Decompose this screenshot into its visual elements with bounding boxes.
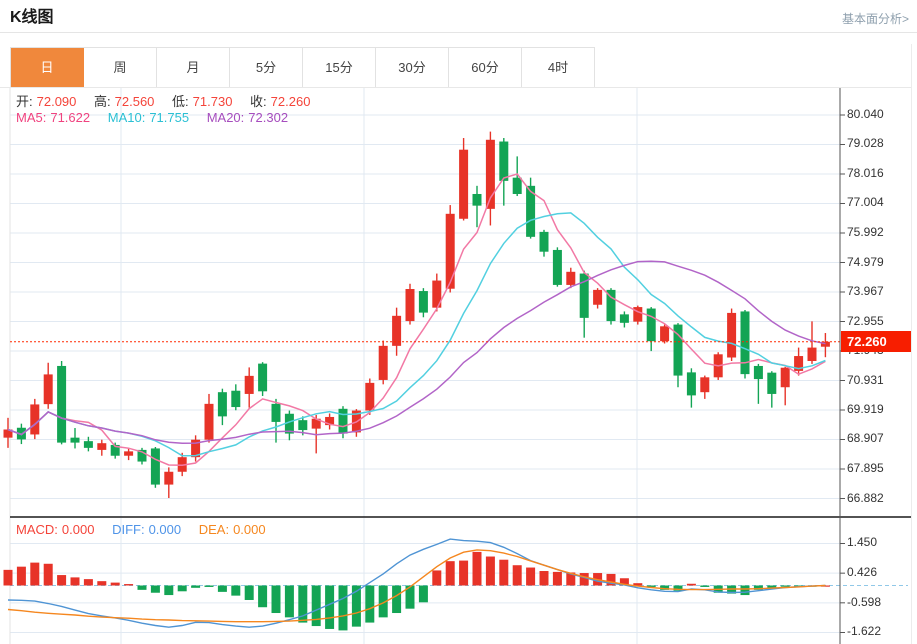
kline-macd-canvas[interactable] [0, 88, 917, 644]
dea-label: DEA: [199, 522, 229, 537]
macd-axis-label-2: -0.598 [847, 595, 909, 609]
macd-value: 0.000 [62, 522, 95, 537]
ma5-value: 71.622 [50, 110, 90, 125]
price-axis-label-7: 72.955 [847, 314, 909, 328]
page-header: K线图 基本面分析> [10, 6, 911, 30]
high-value: 72.560 [115, 94, 155, 109]
price-axis-label-12: 67.895 [847, 461, 909, 475]
price-axis-label-5: 74.979 [847, 255, 909, 269]
price-axis-label-10: 69.919 [847, 402, 909, 416]
page-title: K线图 [10, 9, 54, 26]
fundamental-analysis-link[interactable]: 基本面分析> [842, 10, 909, 28]
tab-item-4[interactable]: 15分 [303, 48, 376, 88]
ohlc-info-row: 开: 72.090 高: 72.560 低: 71.730 收: 72.260 [16, 91, 314, 110]
tab-item-0[interactable]: 日 [11, 48, 84, 88]
ma10-label: MA10: [108, 110, 146, 125]
tab-item-2[interactable]: 月 [157, 48, 230, 88]
price-axis-label-2: 78.016 [847, 166, 909, 180]
container-right-border [911, 44, 912, 644]
ma5-label: MA5: [16, 110, 46, 125]
ma20-value: 72.302 [248, 110, 288, 125]
tab-item-5[interactable]: 30分 [376, 48, 449, 88]
macd-info-row: MACD: 0.000 DIFF: 0.000 DEA: 0.000 [16, 522, 270, 537]
price-axis-label-11: 68.907 [847, 431, 909, 445]
price-axis-label-6: 73.967 [847, 284, 909, 298]
low-value: 71.730 [193, 94, 233, 109]
title-divider [0, 32, 917, 33]
price-axis-label-4: 75.992 [847, 225, 909, 239]
tab-item-1[interactable]: 周 [84, 48, 157, 88]
macd-axis-label-1: 0.426 [847, 565, 909, 579]
price-axis-label-9: 70.931 [847, 373, 909, 387]
open-label: 开: [16, 94, 33, 109]
macd-axis-label-0: 1.450 [847, 535, 909, 549]
close-label: 收: [250, 94, 267, 109]
current-price-tag: 72.260 [841, 331, 912, 352]
high-label: 高: [94, 94, 111, 109]
ma20-label: MA20: [207, 110, 245, 125]
price-axis-label-0: 80.040 [847, 107, 909, 121]
open-value: 72.090 [37, 94, 77, 109]
macd-label: MACD: [16, 522, 58, 537]
price-axis-label-3: 77.004 [847, 195, 909, 209]
macd-axis-label-3: -1.622 [847, 624, 909, 638]
tab-item-3[interactable]: 5分 [230, 48, 303, 88]
tab-item-7[interactable]: 4时 [522, 48, 595, 88]
price-axis-label-1: 79.028 [847, 136, 909, 150]
low-label: 低: [172, 94, 189, 109]
diff-label: DIFF: [112, 522, 145, 537]
close-value: 72.260 [271, 94, 311, 109]
dea-value: 0.000 [233, 522, 266, 537]
ma-info-row: MA5: 71.622 MA10:71.755 MA20:72.302 [16, 110, 292, 125]
diff-value: 0.000 [149, 522, 182, 537]
period-tab-bar: 日周月5分15分30分60分4时 [10, 47, 595, 88]
tab-item-6[interactable]: 60分 [449, 48, 522, 88]
ma10-value: 71.755 [149, 110, 189, 125]
kline-page: K线图 基本面分析> 日周月5分15分30分60分4时 开: 72.090 高: 7… [0, 0, 917, 644]
price-axis-label-13: 66.882 [847, 491, 909, 505]
chart-area: 开: 72.090 高: 72.560 低: 71.730 收: 72.260 MA5:… [0, 88, 917, 644]
